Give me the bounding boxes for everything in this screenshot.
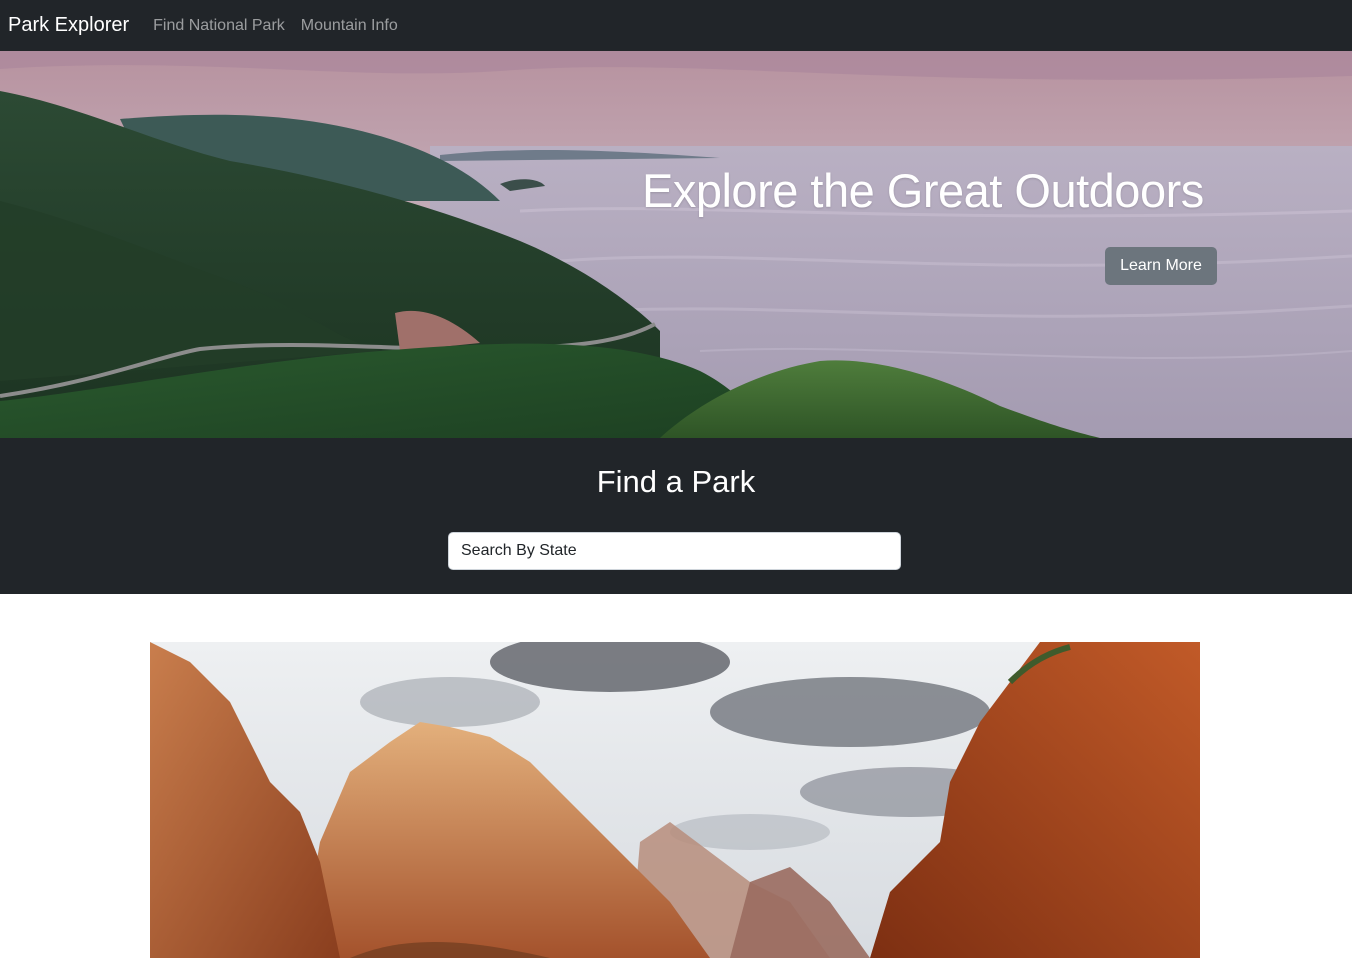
search-by-state-input[interactable]	[448, 532, 901, 570]
find-park-title: Find a Park	[596, 464, 756, 499]
find-park-section: Find a Park	[0, 438, 1352, 594]
brand-link[interactable]: Park Explorer	[8, 14, 129, 37]
hero-title: Explore the Great Outdoors	[642, 164, 1204, 217]
hero-landscape-image	[0, 51, 1352, 438]
nav-link-find-national-park[interactable]: Find National Park	[153, 17, 285, 35]
learn-more-button[interactable]: Learn More	[1105, 247, 1217, 285]
canyon-photo	[150, 642, 1200, 958]
hero-banner: Explore the Great Outdoors Learn More	[0, 51, 1352, 438]
top-navbar: Park Explorer Find National Park Mountai…	[0, 0, 1352, 51]
nav-link-mountain-info[interactable]: Mountain Info	[301, 17, 398, 35]
canyon-image	[150, 642, 1200, 958]
